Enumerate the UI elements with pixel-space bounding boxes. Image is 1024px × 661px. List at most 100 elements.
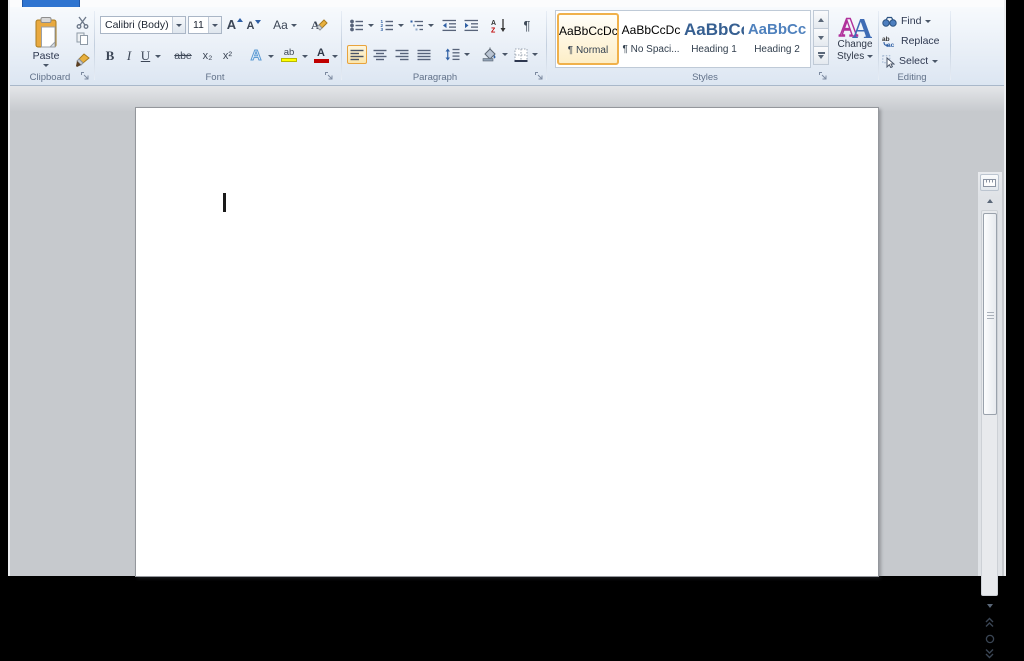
line-spacing-dropdown-icon[interactable] bbox=[462, 45, 471, 64]
scrollbar-thumb-grip bbox=[987, 312, 994, 319]
cut-button[interactable] bbox=[72, 15, 92, 30]
shrink-font-button[interactable]: A bbox=[246, 17, 262, 34]
font-size-dropdown-icon[interactable] bbox=[208, 17, 221, 33]
styles-gallery-scroll bbox=[813, 10, 829, 68]
style-normal-name: ¶ Normal bbox=[559, 45, 617, 56]
next-page-button[interactable] bbox=[980, 646, 999, 661]
vertical-scrollbar-area bbox=[978, 172, 1002, 576]
borders-button[interactable] bbox=[512, 45, 530, 64]
sort-az-icon: A Z bbox=[491, 18, 508, 33]
document-page[interactable] bbox=[135, 107, 879, 577]
styles-gallery-more-button[interactable] bbox=[813, 46, 829, 65]
editing-group-label: Editing bbox=[872, 72, 952, 83]
scrollbar-track[interactable] bbox=[981, 210, 998, 596]
font-dialog-launcher-icon[interactable] bbox=[324, 71, 334, 81]
copy-icon bbox=[76, 32, 89, 45]
select-browse-object-button[interactable] bbox=[980, 631, 999, 646]
font-name-combo[interactable]: Calibri (Body) bbox=[100, 16, 186, 34]
format-painter-button[interactable] bbox=[72, 51, 92, 69]
paste-label: Paste bbox=[33, 50, 60, 62]
scrollbar-up-button[interactable] bbox=[980, 193, 999, 208]
clipboard-dialog-launcher-icon[interactable] bbox=[80, 71, 90, 81]
multilevel-list-icon bbox=[410, 19, 424, 32]
find-button[interactable]: Find bbox=[882, 13, 931, 29]
clear-formatting-eraser-icon: A bbox=[310, 16, 328, 33]
subscript-button[interactable]: x₂ bbox=[199, 47, 216, 65]
align-center-button[interactable] bbox=[370, 45, 390, 64]
clipboard-group-label: Clipboard bbox=[18, 72, 82, 83]
underline-label: U bbox=[141, 48, 150, 64]
bold-button[interactable]: B bbox=[102, 47, 118, 65]
justify-button[interactable] bbox=[414, 45, 434, 64]
paragraph-dialog-launcher-icon[interactable] bbox=[534, 71, 544, 81]
copy-button[interactable] bbox=[72, 31, 92, 46]
borders-dropdown-icon[interactable] bbox=[530, 45, 539, 64]
text-effects-dropdown-icon[interactable] bbox=[266, 47, 276, 65]
font-size-combo[interactable]: 11 bbox=[188, 16, 222, 34]
multilevel-dropdown-icon[interactable] bbox=[426, 16, 435, 34]
highlight-dropdown-icon[interactable] bbox=[300, 47, 310, 65]
scrollbar-thumb[interactable] bbox=[983, 213, 997, 415]
replace-button[interactable]: ab ac Replace bbox=[882, 33, 940, 49]
style-no-spacing-preview: AaBbCcDc bbox=[621, 14, 681, 44]
change-case-label: Aa bbox=[273, 18, 288, 32]
font-name-dropdown-icon[interactable] bbox=[172, 17, 185, 33]
grow-font-button[interactable]: A bbox=[226, 15, 244, 34]
strikethrough-button[interactable]: abe bbox=[170, 47, 196, 65]
style-heading2[interactable]: AaBbCc Heading 2 bbox=[746, 13, 808, 65]
svg-text:Z: Z bbox=[491, 27, 496, 33]
font-size-value: 11 bbox=[193, 19, 204, 31]
styles-scroll-down-button[interactable] bbox=[813, 28, 829, 47]
style-no-spacing[interactable]: AaBbCcDc ¶ No Spaci... bbox=[620, 13, 682, 65]
paste-dropdown-arrow bbox=[43, 64, 49, 67]
find-dropdown-icon bbox=[925, 20, 931, 23]
styles-gallery: AaBbCcDc ¶ Normal AaBbCcDc ¶ No Spaci...… bbox=[555, 10, 811, 68]
previous-page-button[interactable] bbox=[980, 615, 999, 630]
highlight-button[interactable]: ab bbox=[278, 45, 300, 65]
change-styles-button[interactable]: A A Change Styles bbox=[834, 11, 876, 77]
increase-indent-button[interactable] bbox=[462, 16, 481, 34]
italic-button[interactable]: I bbox=[122, 47, 136, 65]
font-color-button[interactable]: A bbox=[312, 45, 330, 65]
shading-dropdown-icon[interactable] bbox=[500, 45, 509, 64]
bullets-dropdown-icon[interactable] bbox=[366, 16, 375, 34]
view-ruler-toggle-button[interactable] bbox=[980, 174, 999, 191]
font-color-dropdown-icon[interactable] bbox=[330, 47, 339, 65]
pilcrow-icon: ¶ bbox=[524, 18, 531, 33]
numbering-dropdown-icon[interactable] bbox=[396, 16, 405, 34]
style-heading2-preview: AaBbCc bbox=[747, 14, 807, 44]
style-normal[interactable]: AaBbCcDc ¶ Normal bbox=[557, 13, 619, 65]
bullets-button[interactable] bbox=[348, 16, 366, 34]
document-workspace[interactable] bbox=[10, 86, 1004, 576]
styles-scroll-up-button[interactable] bbox=[813, 10, 829, 29]
multilevel-list-button[interactable] bbox=[408, 16, 426, 34]
text-caret bbox=[223, 193, 226, 212]
clear-formatting-button[interactable]: A bbox=[308, 14, 330, 34]
select-button[interactable]: Select bbox=[882, 53, 938, 69]
tab-home-active[interactable] bbox=[22, 0, 80, 7]
show-hide-pilcrow-button[interactable]: ¶ bbox=[518, 15, 536, 35]
paste-button[interactable]: Paste bbox=[24, 10, 68, 72]
scrollbar-down-button[interactable] bbox=[980, 598, 999, 613]
styles-dialog-launcher-icon[interactable] bbox=[818, 71, 828, 81]
decrease-indent-button[interactable] bbox=[440, 16, 459, 34]
bullet-list-icon bbox=[350, 19, 364, 32]
align-left-button[interactable] bbox=[347, 45, 367, 64]
borders-grid-icon bbox=[514, 48, 528, 62]
align-right-button[interactable] bbox=[392, 45, 412, 64]
superscript-button[interactable]: x² bbox=[219, 47, 236, 65]
style-heading1[interactable]: AaBbCc Heading 1 bbox=[683, 13, 745, 65]
svg-text:A: A bbox=[852, 14, 872, 39]
underline-dropdown-icon[interactable] bbox=[153, 47, 163, 65]
underline-button[interactable]: U bbox=[138, 47, 153, 65]
sort-button[interactable]: A Z bbox=[488, 15, 510, 35]
text-effects-button[interactable]: A bbox=[246, 45, 266, 65]
font-color-bar bbox=[314, 59, 329, 63]
change-case-button[interactable]: Aa bbox=[272, 16, 298, 34]
shading-button[interactable] bbox=[478, 44, 500, 64]
numbering-button[interactable]: 123 bbox=[378, 16, 396, 34]
align-right-icon bbox=[395, 49, 409, 61]
scroll-up-icon bbox=[818, 18, 824, 22]
line-spacing-button[interactable] bbox=[442, 45, 462, 64]
shrink-font-arrow-icon bbox=[255, 20, 261, 24]
